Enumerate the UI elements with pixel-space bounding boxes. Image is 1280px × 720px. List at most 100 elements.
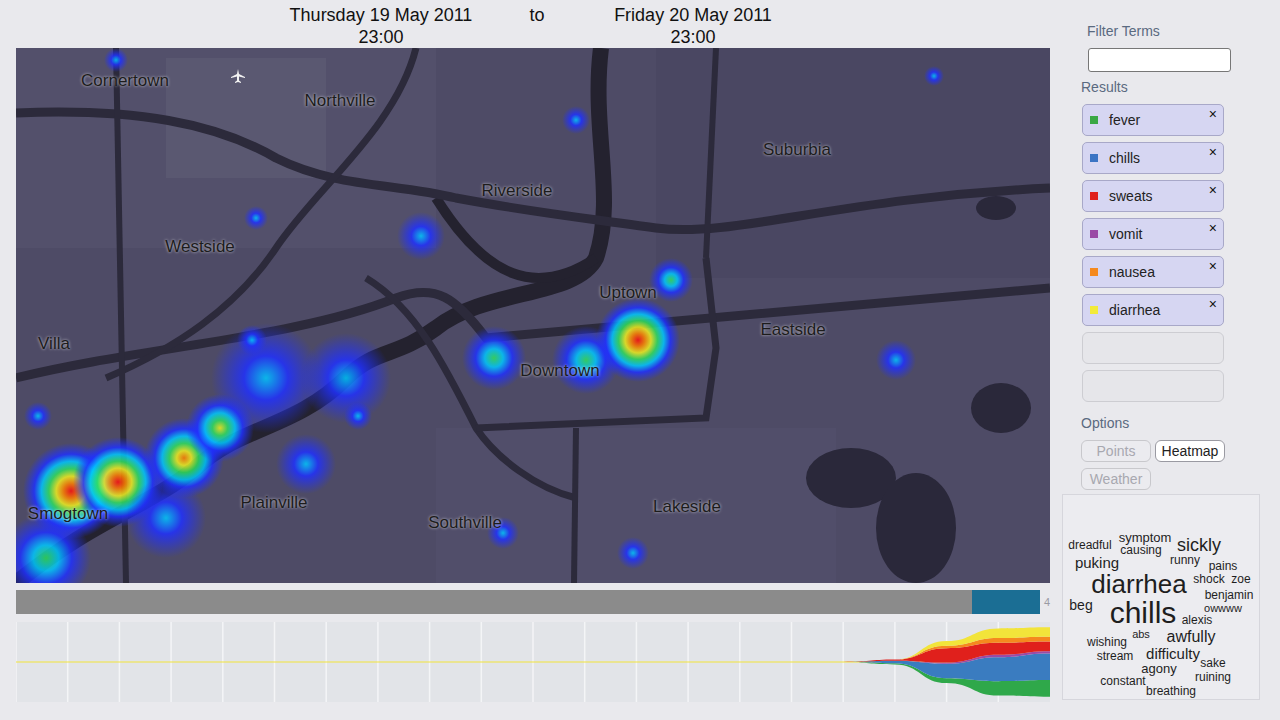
sweats-stream [16, 642, 1050, 663]
cloud-word[interactable]: shock [1193, 573, 1224, 585]
term-label: nausea [1109, 265, 1155, 279]
heat-spot [397, 212, 445, 260]
cloud-word[interactable]: wishing [1087, 636, 1127, 648]
term-label: chills [1109, 151, 1140, 165]
empty-term-slot[interactable] [1082, 370, 1224, 402]
date-range-header: Thursday 19 May 201123:00toFriday 20 May… [16, 0, 1050, 48]
option-button[interactable]: Weather [1081, 468, 1151, 490]
cloud-word[interactable]: runny [1170, 554, 1200, 566]
map[interactable]: CornertownNorthvilleSuburbiaRiversideWes… [16, 48, 1050, 583]
timeline-row: 4 [16, 590, 1050, 614]
remove-term-button[interactable]: × [1209, 145, 1217, 159]
option-button[interactable]: Heatmap [1155, 440, 1225, 462]
heat-spot [104, 48, 128, 72]
result-term[interactable]: sweats × [1082, 180, 1224, 212]
place-label: Eastside [760, 321, 825, 338]
filter-input[interactable] [1088, 48, 1231, 72]
cloud-word[interactable]: sake [1200, 657, 1225, 669]
term-label: sweats [1109, 189, 1153, 203]
term-label: fever [1109, 113, 1140, 127]
cloud-word[interactable]: symptom [1119, 531, 1172, 544]
term-color-swatch [1090, 230, 1098, 238]
place-label: Villa [38, 335, 70, 352]
term-color-swatch [1090, 192, 1098, 200]
result-term[interactable]: fever × [1082, 104, 1224, 136]
place-label: Southville [428, 514, 502, 531]
heat-spot [244, 206, 268, 230]
cloud-word[interactable]: constant [1100, 675, 1145, 687]
result-term[interactable]: diarrhea × [1082, 294, 1224, 326]
heat-spot [617, 537, 649, 569]
cloud-word[interactable]: alexis [1182, 614, 1213, 626]
place-label: Northville [305, 92, 376, 109]
cloud-word[interactable]: owwww [1204, 603, 1242, 614]
results-label: Results [1081, 78, 1260, 96]
place-label: Uptown [599, 284, 657, 301]
cloud-word[interactable]: pains [1209, 560, 1238, 572]
place-label: Suburbia [763, 141, 831, 158]
cloud-word[interactable]: stream [1097, 650, 1134, 662]
heat-spot [344, 402, 372, 430]
filter-label: Filter Terms [1062, 22, 1260, 40]
airport-icon [230, 68, 246, 84]
main-column: Thursday 19 May 201123:00toFriday 20 May… [0, 0, 1050, 720]
heat-spot [237, 325, 267, 355]
result-term[interactable]: vomit × [1082, 218, 1224, 250]
heat-spot [596, 298, 680, 382]
options-buttons: PointsHeatmapWeather [1081, 440, 1260, 490]
cloud-word[interactable]: causing [1120, 544, 1161, 556]
stream-chart [16, 622, 1050, 702]
cloud-word[interactable]: agony [1141, 662, 1176, 675]
options-label: Options [1081, 414, 1260, 432]
heat-spot [562, 106, 590, 134]
cloud-word[interactable]: ruining [1195, 671, 1231, 683]
cloud-word[interactable]: dreadful [1068, 539, 1111, 551]
term-label: diarrhea [1109, 303, 1160, 317]
empty-term-slot[interactable] [1082, 332, 1224, 364]
heat-spot [462, 326, 526, 390]
timeline-slider[interactable] [16, 590, 1040, 614]
heat-spot [876, 340, 916, 380]
option-button[interactable]: Points [1081, 440, 1151, 462]
cloud-word[interactable]: benjamin [1205, 589, 1254, 601]
result-term[interactable]: chills × [1082, 142, 1224, 174]
diarrhea-stream [16, 627, 1050, 662]
results-list: fever×chills×sweats×vomit×nausea×diarrhe… [1082, 104, 1260, 402]
place-label: Smogtown [28, 505, 108, 522]
cloud-word[interactable]: difficulty [1146, 646, 1200, 661]
timeline-window[interactable] [972, 590, 1040, 614]
timeline-label: 4 [1044, 597, 1050, 608]
heat-spot [276, 434, 336, 494]
place-label: Plainville [240, 494, 307, 511]
stream-graph [16, 622, 1050, 702]
start-date: Thursday 19 May 201123:00 [271, 4, 491, 48]
place-label: Westside [165, 238, 235, 255]
cloud-word[interactable]: breathing [1146, 685, 1196, 697]
cloud-word[interactable]: diarrhea [1091, 571, 1186, 597]
fever-stream [16, 662, 1050, 697]
cloud-word[interactable]: sickly [1177, 536, 1221, 554]
cloud-word[interactable]: beg [1069, 598, 1092, 612]
cloud-word[interactable]: zoe [1231, 573, 1250, 585]
cloud-word[interactable]: abs [1132, 629, 1150, 640]
term-color-swatch [1090, 116, 1098, 124]
cloud-word[interactable]: awfully [1167, 629, 1216, 645]
remove-term-button[interactable]: × [1209, 107, 1217, 121]
heat-spot [126, 478, 206, 558]
cloud-word[interactable]: chills [1110, 598, 1177, 628]
term-color-swatch [1090, 154, 1098, 162]
remove-term-button[interactable]: × [1209, 183, 1217, 197]
result-term[interactable]: nausea × [1082, 256, 1224, 288]
heat-spot [924, 66, 944, 86]
remove-term-button[interactable]: × [1209, 259, 1217, 273]
nausea-stream [16, 637, 1050, 662]
remove-term-button[interactable]: × [1209, 221, 1217, 235]
map-drawing [16, 48, 1050, 583]
range-separator: to [491, 4, 583, 26]
end-date: Friday 20 May 201123:00 [583, 4, 803, 48]
remove-term-button[interactable]: × [1209, 297, 1217, 311]
vomit-stream [16, 651, 1050, 664]
term-color-swatch [1090, 306, 1098, 314]
cloud-word[interactable]: puking [1075, 555, 1119, 570]
term-label: vomit [1109, 227, 1142, 241]
